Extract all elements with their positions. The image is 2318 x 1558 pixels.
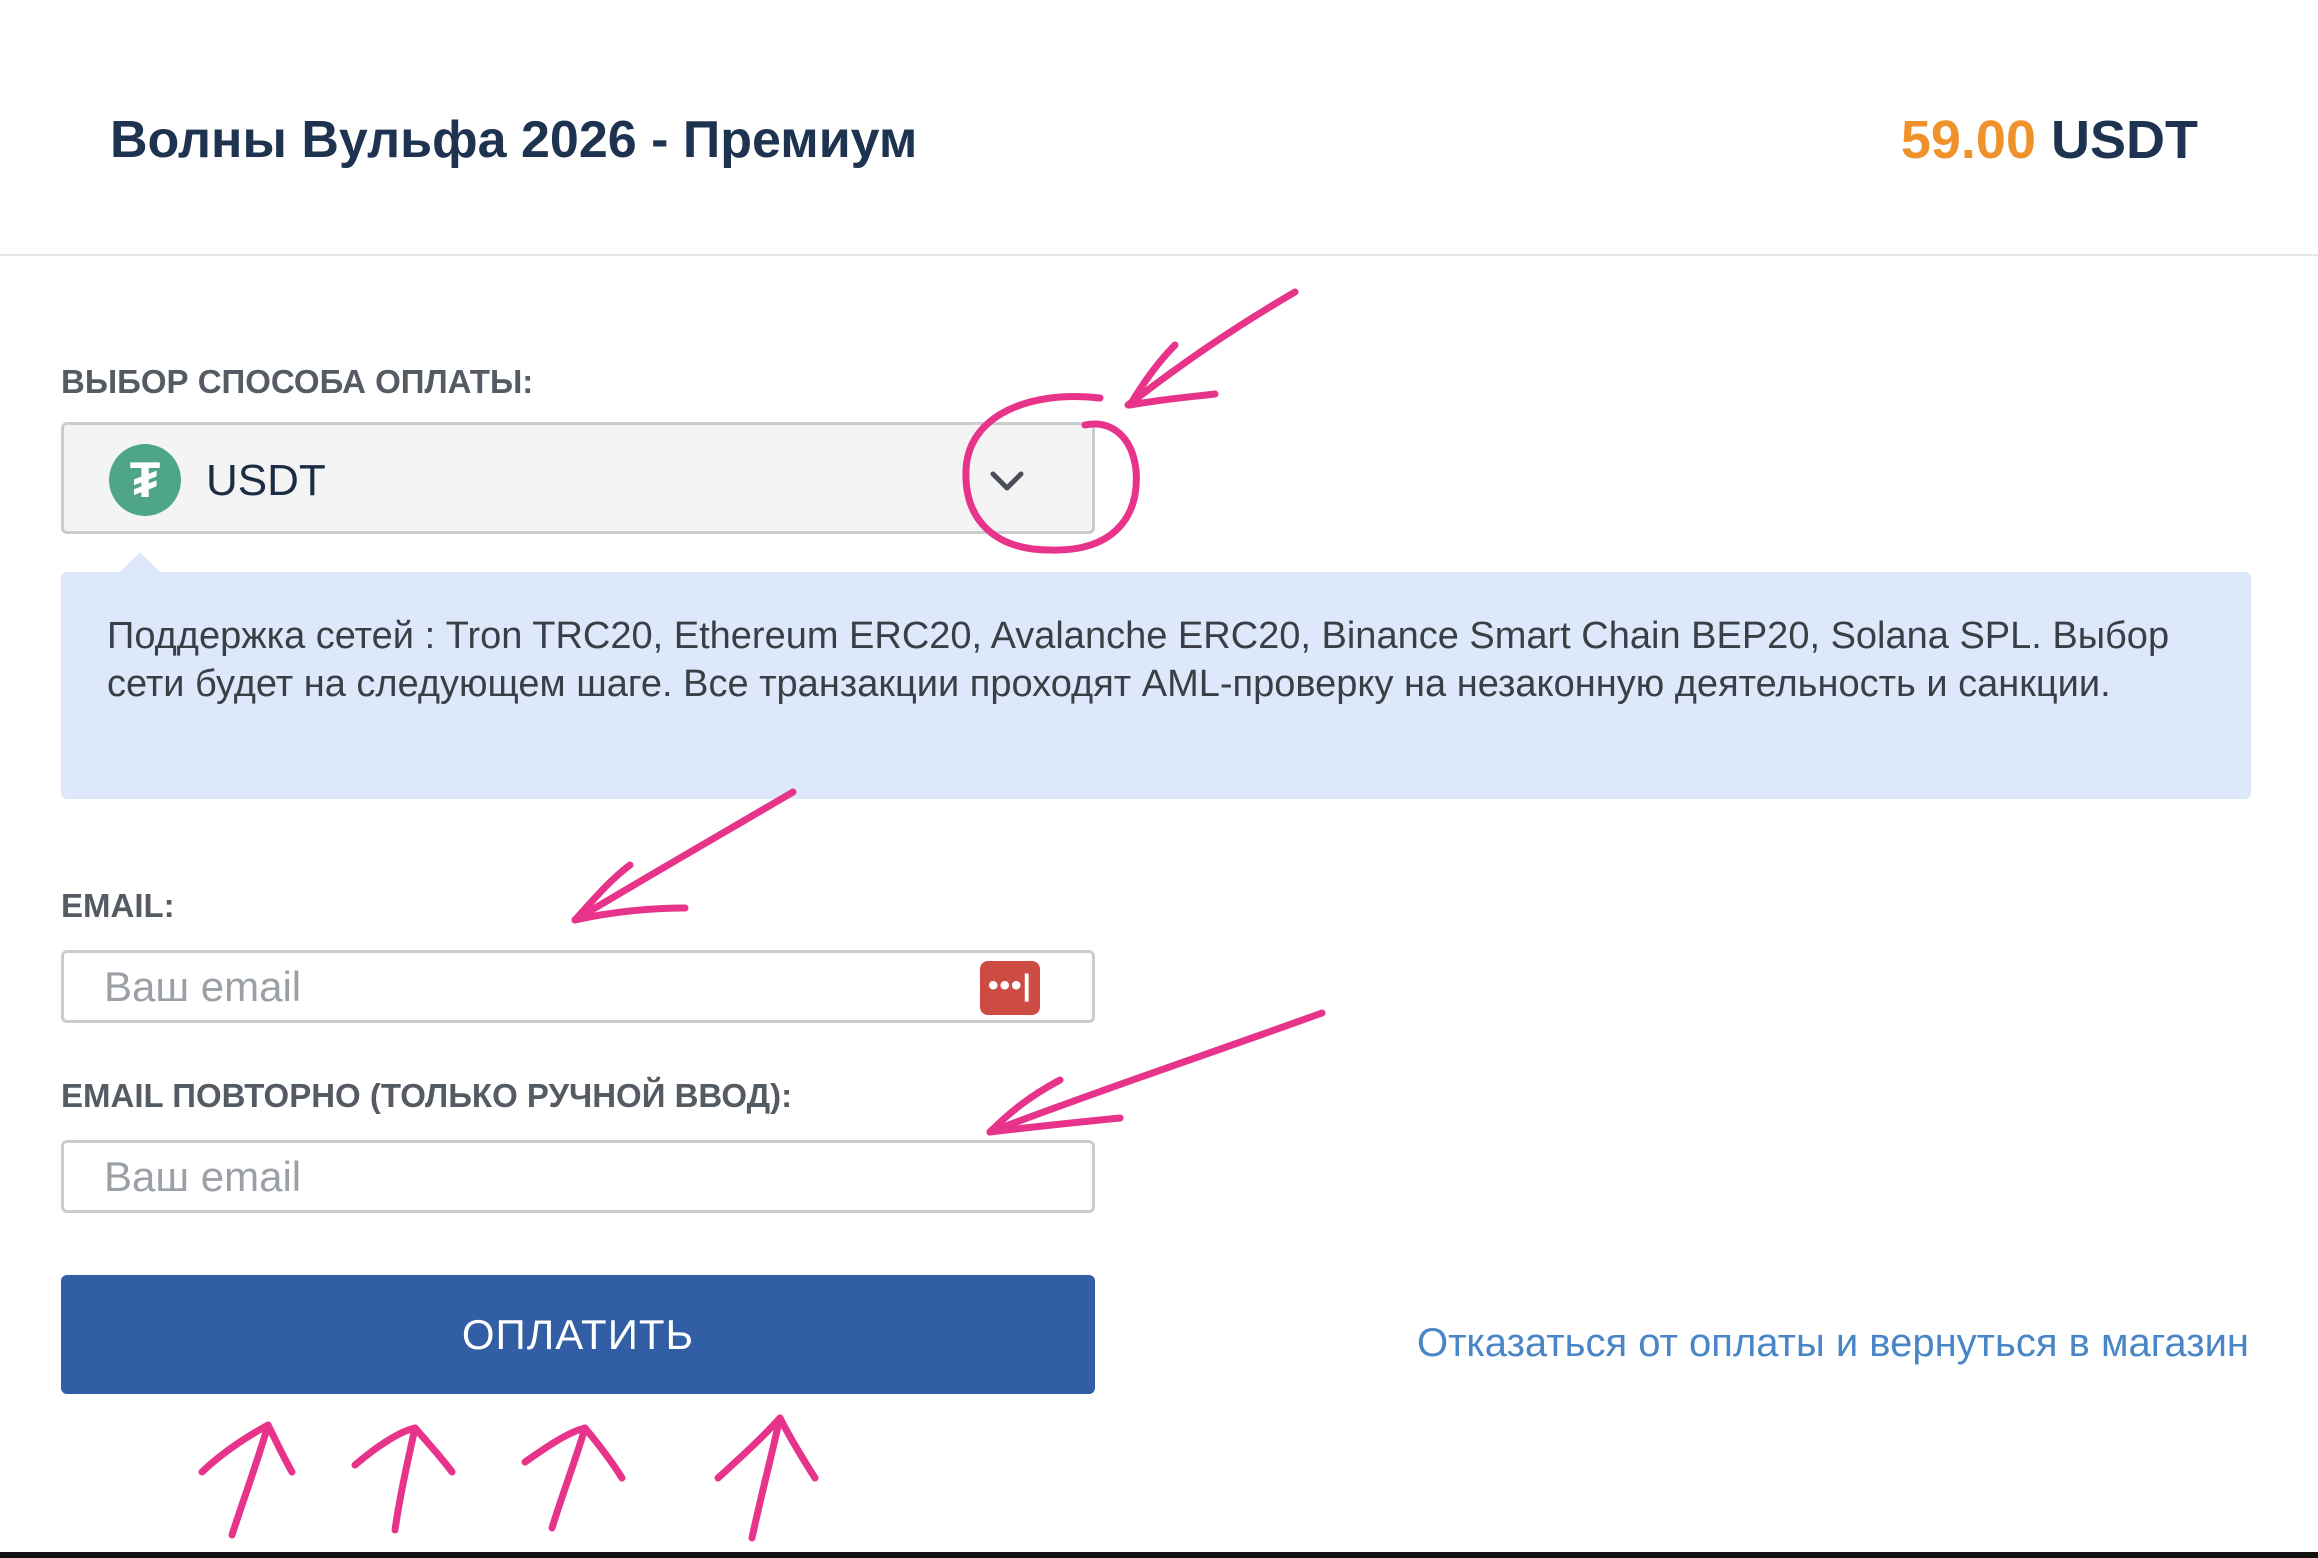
email-repeat-label: EMAIL ПОВТОРНО (ТОЛЬКО РУЧНОЙ ВВОД): [61, 1077, 793, 1114]
info-box-pointer [118, 552, 162, 574]
annotation-arrow-email-repeat [986, 1009, 1326, 1136]
pay-button[interactable]: ОПЛАТИТЬ [61, 1275, 1095, 1394]
email-label: EMAIL: [61, 887, 175, 924]
checkout-header: Волны Вульфа 2026 - Премиум 59.00 USDT [0, 0, 2318, 256]
payment-method-select[interactable]: ₮ USDT [61, 422, 1095, 534]
email-repeat-input[interactable] [104, 1143, 984, 1210]
email-field[interactable]: •••| [61, 950, 1095, 1023]
annotation-arrow-up-1 [228, 1421, 272, 1539]
bottom-border [0, 1552, 2318, 1558]
price-currency: USDT [2051, 110, 2198, 170]
annotation-arrow-dropdown [1124, 288, 1299, 409]
tether-icon: ₮ [109, 444, 181, 516]
chevron-down-icon[interactable] [977, 450, 1037, 510]
network-info-box: Поддержка сетей : Tron TRC20, Ethereum E… [61, 572, 2251, 799]
payment-method-label: ВЫБОР СПОСОБА ОПЛАТЫ: [61, 363, 534, 400]
email-repeat-field[interactable] [61, 1140, 1095, 1213]
cancel-payment-link[interactable]: Отказаться от оплаты и вернуться в магаз… [1417, 1318, 2249, 1368]
annotation-arrow-up-2 [391, 1424, 419, 1534]
payment-method-value: USDT [206, 456, 326, 505]
product-price: 59.00 USDT [1901, 104, 2198, 176]
password-manager-icon[interactable]: •••| [980, 961, 1040, 1015]
email-input[interactable] [104, 953, 984, 1020]
price-amount: 59.00 [1900, 110, 2036, 170]
product-title: Волны Вульфа 2026 - Премиум [110, 111, 918, 169]
annotation-arrow-up-4 [748, 1414, 784, 1542]
annotation-arrow-up-3 [548, 1424, 589, 1532]
annotation-arrow-email [571, 788, 797, 924]
